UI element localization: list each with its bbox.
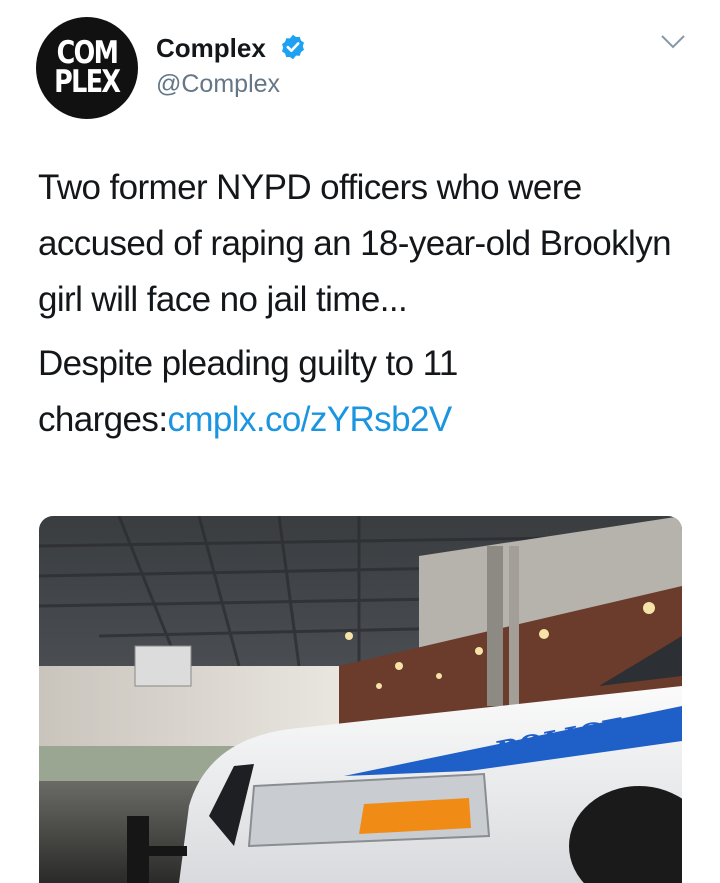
tweet-paragraph-2: Despite pleading guilty to 11 charges:cm…: [38, 336, 688, 448]
tweet-media-image[interactable]: POLICE: [39, 516, 682, 883]
tweet-card: COM PLEX Complex @Complex Two former NYP…: [0, 0, 720, 883]
verified-badge-icon: [282, 34, 304, 60]
tweet-link[interactable]: cmplx.co/zYRsb2V: [167, 400, 452, 439]
author-display-name[interactable]: Complex: [156, 33, 266, 64]
tweet-paragraph-1: Two former NYPD officers who were accuse…: [38, 168, 672, 319]
chevron-down-icon[interactable]: [660, 32, 686, 52]
police-car-photo: POLICE: [39, 516, 682, 883]
author-handle[interactable]: @Complex: [156, 70, 280, 99]
avatar-line-2: PLEX: [54, 64, 121, 100]
avatar[interactable]: COM PLEX: [36, 17, 138, 119]
tweet-text: Two former NYPD officers who were accuse…: [38, 160, 688, 448]
